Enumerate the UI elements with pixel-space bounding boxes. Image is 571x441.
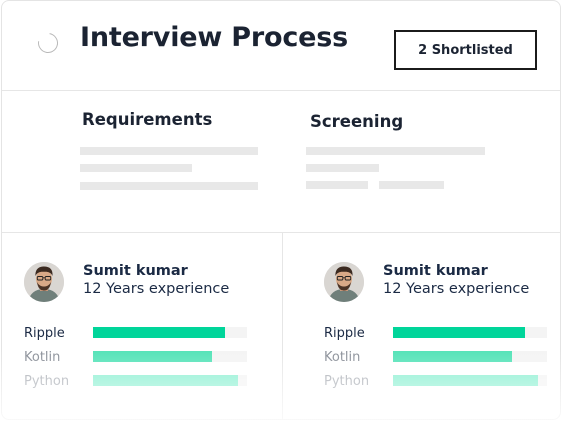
- candidate-experience: 12 Years experience: [83, 281, 230, 297]
- skeleton-line: [306, 181, 368, 189]
- skill-bar-fill: [93, 375, 238, 386]
- skill-bar-track: [393, 327, 547, 338]
- skill-bar-track: [393, 375, 547, 386]
- skill-label: Python: [324, 374, 370, 389]
- skeleton-line: [80, 147, 258, 155]
- skeleton-line: [379, 181, 444, 189]
- candidate-card[interactable]: Sumit kumar 12 Years experience Ripple K…: [2, 233, 281, 419]
- skeleton-line: [306, 147, 485, 155]
- avatar: [24, 262, 64, 302]
- spinner-icon: [34, 29, 62, 57]
- candidate-card[interactable]: Sumit kumar 12 Years experience Ripple K…: [302, 233, 560, 419]
- skill-label: Ripple: [24, 326, 65, 341]
- skill-row-python: Python: [324, 374, 554, 389]
- screening-section: Screening: [282, 91, 560, 232]
- skill-bar-fill: [393, 327, 526, 338]
- section-title-requirements: Requirements: [82, 110, 213, 129]
- section-title-screening: Screening: [310, 112, 404, 131]
- candidate-name: Sumit kumar: [83, 263, 188, 279]
- skill-label: Ripple: [324, 326, 365, 341]
- requirements-section: Requirements: [2, 91, 282, 232]
- skill-bar-fill: [93, 351, 212, 362]
- skill-row-ripple: Ripple: [324, 326, 554, 341]
- shortlisted-button[interactable]: 2 Shortlisted: [394, 30, 537, 70]
- skill-bar-track: [93, 327, 247, 338]
- skill-label: Kotlin: [324, 350, 361, 365]
- candidate-experience: 12 Years experience: [383, 281, 530, 297]
- skeleton-line: [80, 164, 192, 172]
- card-header: Interview Process 2 Shortlisted: [2, 1, 560, 91]
- skeleton-line: [80, 182, 258, 190]
- avatar-photo: [24, 262, 64, 302]
- skill-label: Kotlin: [24, 350, 61, 365]
- skill-bar-fill: [93, 327, 226, 338]
- interview-process-card: Interview Process 2 Shortlisted Requirem…: [1, 0, 561, 420]
- skill-bar-track: [93, 351, 247, 362]
- skill-row-kotlin: Kotlin: [324, 350, 554, 365]
- skill-bar-track: [393, 351, 547, 362]
- skill-label: Python: [24, 374, 70, 389]
- skeleton-line: [306, 164, 379, 172]
- skill-bar-fill: [393, 375, 538, 386]
- avatar-photo: [324, 262, 364, 302]
- skill-bar-track: [93, 375, 247, 386]
- candidate-name: Sumit kumar: [383, 263, 488, 279]
- skill-row-kotlin: Kotlin: [24, 350, 254, 365]
- page-title: Interview Process: [80, 22, 349, 53]
- skill-row-ripple: Ripple: [24, 326, 254, 341]
- skill-row-python: Python: [24, 374, 254, 389]
- avatar: [324, 262, 364, 302]
- skill-bar-fill: [393, 351, 512, 362]
- column-divider: [282, 233, 283, 419]
